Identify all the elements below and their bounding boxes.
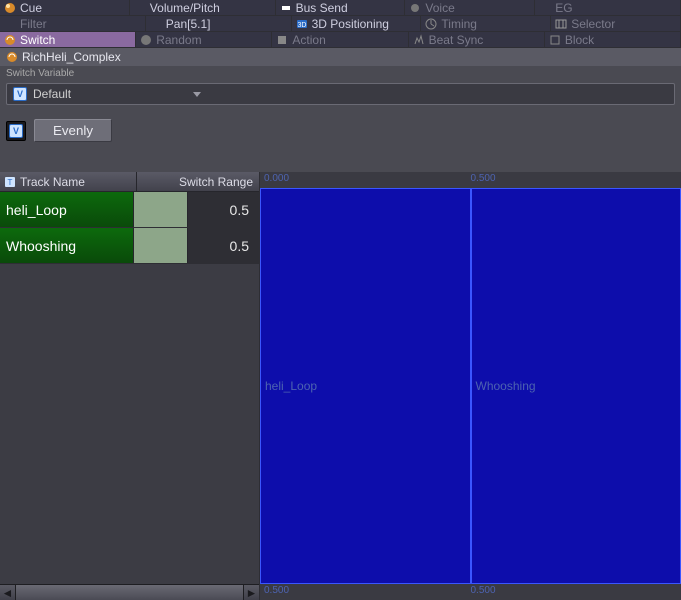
ruler-tick: 0.500 xyxy=(471,585,496,596)
table-row[interactable]: heli_Loop 0.5 xyxy=(0,192,259,228)
tab-cue[interactable]: Cue xyxy=(0,0,130,16)
tab-voice[interactable]: Voice xyxy=(405,0,535,16)
ruler-bottom[interactable]: 0.500 0.500 xyxy=(260,584,681,600)
tab-label: Cue xyxy=(20,1,42,15)
chevron-down-icon xyxy=(188,84,206,104)
switch-icon xyxy=(6,51,18,63)
switch-variable-label: Switch Variable xyxy=(0,66,681,79)
tab-filter[interactable]: Filter xyxy=(0,16,146,32)
tab-label: Selector xyxy=(571,17,615,31)
tab-label: Voice xyxy=(425,1,454,15)
tab-switch[interactable]: Switch xyxy=(0,32,136,48)
variable-icon: V xyxy=(9,124,23,138)
variable-toggle[interactable]: V xyxy=(6,121,26,141)
sphere-icon xyxy=(4,2,16,14)
switch-variable-select[interactable]: V Default xyxy=(6,83,675,105)
bus-icon xyxy=(280,2,292,14)
track-name-cell: heli_Loop xyxy=(0,192,134,227)
column-header-track-name[interactable]: T Track Name xyxy=(0,172,137,191)
tab-bus-send[interactable]: Bus Send xyxy=(276,0,406,16)
track-name-cell: Whooshing xyxy=(0,228,134,263)
scroll-right-icon[interactable]: ► xyxy=(243,585,259,600)
tab-label: Pan[5.1] xyxy=(166,17,211,31)
switch-range-cell[interactable]: 0.5 xyxy=(188,228,259,263)
grid-icon xyxy=(555,18,567,30)
tab-label: Volume/Pitch xyxy=(150,1,220,15)
switch-region[interactable]: Whooshing xyxy=(471,188,681,584)
scroll-left-icon[interactable]: ◄ xyxy=(0,585,16,600)
random-icon xyxy=(140,34,152,46)
breadcrumb-label: RichHeli_Complex xyxy=(22,50,121,64)
text-icon: T xyxy=(4,176,16,188)
tab-label: Beat Sync xyxy=(429,33,484,47)
scroll-thumb[interactable] xyxy=(16,585,243,600)
action-icon xyxy=(276,34,288,46)
tab-beat-sync[interactable]: Beat Sync xyxy=(409,32,545,48)
switch-range-canvas-pane: 0.000 0.500 heli_Loop Whooshing 0.500 0.… xyxy=(260,172,681,600)
tab-action[interactable]: Action xyxy=(272,32,408,48)
region-label: heli_Loop xyxy=(265,379,317,393)
variable-icon: V xyxy=(13,87,27,101)
switch-variable-value: Default xyxy=(33,87,71,101)
tab-volume-pitch[interactable]: Volume/Pitch xyxy=(130,0,276,16)
tab-label: Action xyxy=(292,33,325,47)
region-label: Whooshing xyxy=(476,379,536,393)
ruler-tick: 0.500 xyxy=(264,585,289,596)
voice-icon xyxy=(409,2,421,14)
tab-label: Random xyxy=(156,33,201,47)
table-row[interactable]: Whooshing 0.5 xyxy=(0,228,259,264)
tab-random[interactable]: Random xyxy=(136,32,272,48)
tab-pan[interactable]: Pan[5.1] xyxy=(146,16,292,32)
tab-selector[interactable]: Selector xyxy=(551,16,681,32)
track-swatch[interactable] xyxy=(134,192,188,227)
horizontal-scrollbar[interactable]: ◄ ► xyxy=(0,584,259,600)
ruler-tick: 0.000 xyxy=(264,173,289,184)
tab-label: Timing xyxy=(441,17,477,31)
tab-eg[interactable]: EG xyxy=(535,0,681,16)
tab-label: EG xyxy=(555,1,572,15)
breadcrumb[interactable]: RichHeli_Complex xyxy=(0,48,681,66)
track-swatch[interactable] xyxy=(134,228,188,263)
tab-3d-positioning[interactable]: 3D 3D Positioning xyxy=(292,16,422,32)
tab-label: Block xyxy=(565,33,594,47)
switch-region[interactable]: heli_Loop xyxy=(260,188,471,584)
tab-label: Switch xyxy=(20,33,55,47)
switch-icon xyxy=(4,34,16,46)
tab-block[interactable]: Block xyxy=(545,32,681,48)
tab-timing[interactable]: Timing xyxy=(421,16,551,32)
clock-icon xyxy=(425,18,437,30)
evenly-button[interactable]: Evenly xyxy=(34,119,112,142)
beat-icon xyxy=(413,34,425,46)
tab-label: Filter xyxy=(20,17,47,31)
ruler-top[interactable]: 0.000 0.500 xyxy=(260,172,681,188)
tab-label: Bus Send xyxy=(296,1,348,15)
threed-icon: 3D xyxy=(296,18,308,30)
track-list-pane: T Track Name Switch Range heli_Loop 0.5 … xyxy=(0,172,260,600)
block-icon xyxy=(549,34,561,46)
svg-text:3D: 3D xyxy=(297,22,306,29)
svg-text:T: T xyxy=(8,178,13,187)
switch-range-cell[interactable]: 0.5 xyxy=(188,192,259,227)
module-tab-grid: Cue Volume/Pitch Bus Send Voice EG Filte… xyxy=(0,0,681,48)
column-header-switch-range[interactable]: Switch Range xyxy=(137,172,259,191)
tab-label: 3D Positioning xyxy=(312,17,389,31)
region-canvas[interactable]: heli_Loop Whooshing xyxy=(260,188,681,584)
ruler-tick: 0.500 xyxy=(471,173,496,184)
track-list-empty-area xyxy=(0,264,259,584)
